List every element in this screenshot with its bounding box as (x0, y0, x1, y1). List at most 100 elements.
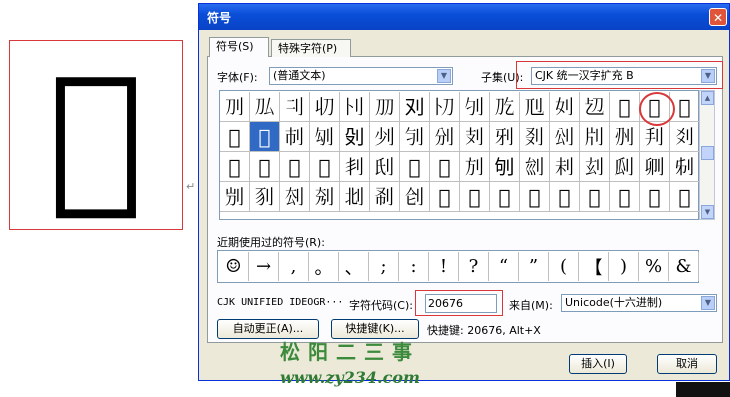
recent-symbol[interactable]: ( (549, 252, 579, 281)
scroll-up-icon[interactable]: ▲ (701, 91, 714, 105)
recent-symbol[interactable]: % (639, 252, 669, 281)
recent-symbol[interactable]: ? (459, 252, 489, 281)
symbol-cell[interactable]: 𠛂 (610, 122, 640, 152)
symbol-cell[interactable]: 𠛛 (400, 182, 430, 212)
symbol-cell[interactable]: 𠚮 (490, 92, 520, 122)
symbol-cell[interactable]: 𠛇 (280, 152, 310, 182)
symbol-cell[interactable]: 𠛜 (430, 182, 460, 212)
from-select-value: Unicode(十六进制) (565, 296, 663, 309)
symbol-cell[interactable]: 𠚽 (460, 122, 490, 152)
from-label: 来自(M): (509, 299, 553, 312)
symbol-cell[interactable]: 𠛢 (610, 182, 640, 212)
tab-symbols[interactable]: 符号(S) (209, 37, 269, 57)
symbol-cell[interactable]: 𠛎 (490, 152, 520, 182)
symbol-cell[interactable]: 𠚹 (340, 122, 370, 152)
symbol-cell[interactable]: 𠛖 (250, 182, 280, 212)
symbol-cell[interactable]: 𠛄 (670, 122, 700, 152)
scroll-down-icon[interactable]: ▼ (701, 205, 714, 219)
recent-symbol[interactable]: ! (429, 252, 459, 281)
symbol-cell[interactable]: 𠛊 (370, 152, 400, 182)
symbol-cell[interactable]: 𠛉 (340, 152, 370, 182)
symbol-cell[interactable]: 𠛁 (580, 122, 610, 152)
symbol-cell[interactable]: 𠛀 (550, 122, 580, 152)
symbol-cell[interactable]: 𠛒 (610, 152, 640, 182)
symbol-cell[interactable]: 𠚰 (550, 92, 580, 122)
recent-symbol[interactable]: , (279, 252, 309, 281)
symbol-cell[interactable]: 𠚭 (460, 92, 490, 122)
symbol-cell[interactable]: 𠚧 (280, 92, 310, 122)
symbol-cell[interactable]: 𠛈 (310, 152, 340, 182)
recent-symbol[interactable]: “ (489, 252, 519, 281)
symbol-cell[interactable]: 𠚥 (220, 92, 250, 122)
symbol-cell[interactable]: 𠚪 (370, 92, 400, 122)
symbol-cell[interactable]: 𠚶 (250, 122, 280, 152)
symbol-cell[interactable]: 𠛏 (520, 152, 550, 182)
glyph-preview: 𠚶 (9, 40, 183, 230)
grid-scrollbar[interactable]: ▲ ▼ (699, 90, 715, 220)
symbol-cell[interactable]: 𠚸 (310, 122, 340, 152)
symbol-cell[interactable]: 𠛋 (400, 152, 430, 182)
recent-symbol[interactable]: ” (519, 252, 549, 281)
symbol-cell[interactable]: 𠚿 (520, 122, 550, 152)
recent-symbol[interactable]: 【 (579, 252, 609, 281)
scroll-thumb[interactable] (701, 146, 714, 160)
recent-label: 近期使用过的符号(R): (217, 236, 325, 249)
symbol-cell[interactable]: 𠚾 (490, 122, 520, 152)
symbol-cell[interactable]: 𠛞 (490, 182, 520, 212)
recent-symbol[interactable]: ☺ (219, 252, 249, 281)
symbol-cell[interactable]: 𠚬 (430, 92, 460, 122)
symbol-cell[interactable]: 𠛠 (550, 182, 580, 212)
symbol-cell[interactable]: 𠛑 (580, 152, 610, 182)
symbol-cell[interactable]: 𠚵 (220, 122, 250, 152)
recent-symbol[interactable]: ) (609, 252, 639, 281)
symbol-cell[interactable]: 𠚺 (370, 122, 400, 152)
symbol-cell[interactable]: 𠛕 (220, 182, 250, 212)
symbol-cell[interactable]: 𠛔 (670, 152, 700, 182)
from-select[interactable]: Unicode(十六进制) ▼ (561, 294, 717, 312)
symbol-cell[interactable]: 𠚯 (520, 92, 550, 122)
chevron-down-icon[interactable]: ▼ (701, 296, 715, 310)
tab-special-characters[interactable]: 特殊字符(P) (271, 39, 351, 57)
recent-symbol[interactable]: : (399, 252, 429, 281)
font-select[interactable]: (普通文本) ▼ (269, 67, 453, 85)
recent-symbol[interactable]: 。 (309, 252, 339, 281)
symbol-cell[interactable]: 𠛣 (640, 182, 670, 212)
symbol-cell[interactable]: 𠛌 (430, 152, 460, 182)
symbol-cell[interactable]: 𠚲 (610, 92, 640, 122)
symbol-cell[interactable]: 𠚨 (310, 92, 340, 122)
recent-symbol[interactable]: 、 (339, 252, 369, 281)
symbol-cell[interactable]: 𠚷 (280, 122, 310, 152)
recent-symbol[interactable]: & (669, 252, 699, 281)
symbol-cell[interactable]: 𠛍 (460, 152, 490, 182)
symbol-cell[interactable]: 𠛗 (280, 182, 310, 212)
chevron-down-icon[interactable]: ▼ (437, 69, 451, 83)
close-button[interactable]: ✕ (709, 8, 727, 26)
symbol-cell[interactable]: 𠛆 (250, 152, 280, 182)
symbol-cell[interactable]: 𠚩 (340, 92, 370, 122)
character-code-input[interactable]: 20676 (425, 294, 497, 313)
symbol-cell[interactable]: 𠚱 (580, 92, 610, 122)
watermark-title: 松阳二三事 (280, 340, 420, 364)
symbol-cell[interactable]: 𠛓 (640, 152, 670, 182)
symbol-cell[interactable]: 𠛡 (580, 182, 610, 212)
symbol-cell[interactable]: 𠚻 (400, 122, 430, 152)
recent-symbol[interactable]: → (249, 252, 279, 281)
symbol-cell[interactable]: 𠛚 (370, 182, 400, 212)
symbol-cell[interactable]: 𠛝 (460, 182, 490, 212)
symbol-cell[interactable]: 𠚼 (430, 122, 460, 152)
insert-button[interactable]: 插入(I) (569, 354, 627, 374)
symbol-cell[interactable]: 𠚦 (250, 92, 280, 122)
symbol-dialog: 符号 ✕ 符号(S) 特殊字符(P) 字体(F): (普通文本) ▼ 子集(U)… (198, 3, 730, 381)
symbol-cell[interactable]: 𠛘 (310, 182, 340, 212)
symbol-cell[interactable]: 𠛐 (550, 152, 580, 182)
cancel-button[interactable]: 取消 (657, 354, 717, 374)
dialog-title: 符号 (207, 11, 232, 25)
symbol-cell[interactable]: 𠛤 (670, 182, 700, 212)
symbol-cell[interactable]: 𠚫 (400, 92, 430, 122)
title-bar[interactable]: 符号 ✕ (199, 4, 729, 30)
symbol-cell[interactable]: 𠛙 (340, 182, 370, 212)
symbol-cell[interactable]: 𠛅 (220, 152, 250, 182)
symbol-cell[interactable]: 𠛟 (520, 182, 550, 212)
recent-symbol[interactable]: ; (369, 252, 399, 281)
symbol-cell[interactable]: 𠛃 (640, 122, 670, 152)
